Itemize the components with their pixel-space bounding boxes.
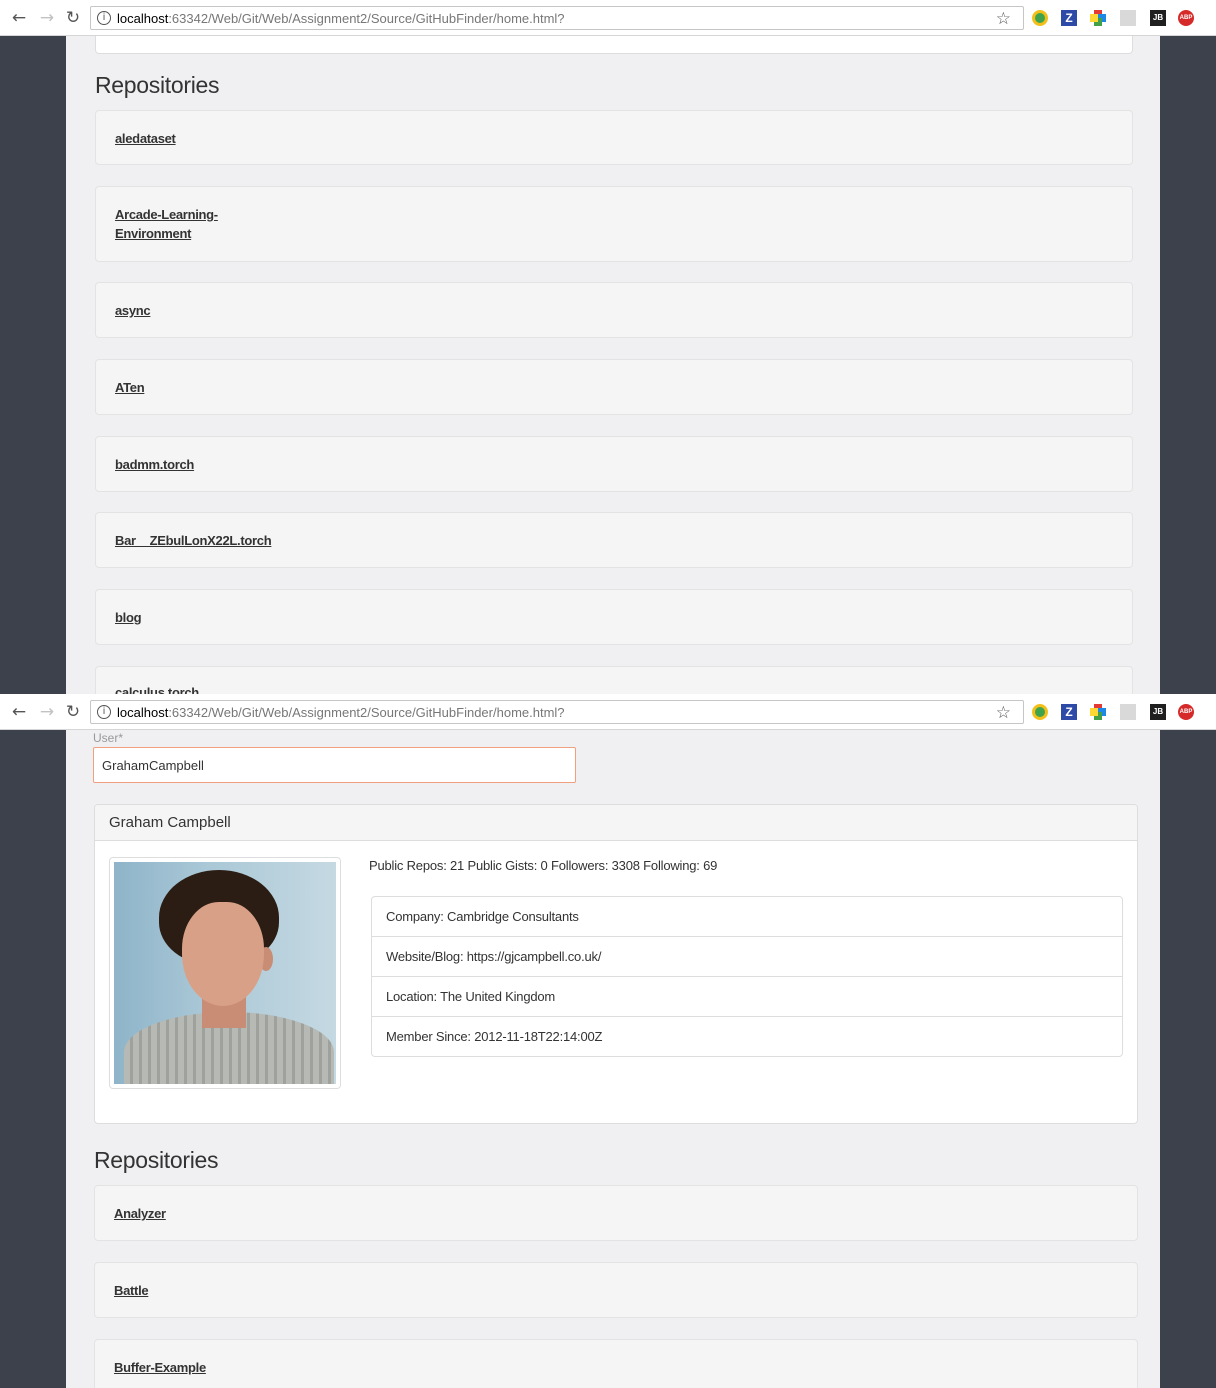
extension-pdf-icon[interactable] bbox=[1120, 704, 1136, 720]
screenshot-top: ← → ↻ i localhost:63342/Web/Git/Web/Assi… bbox=[0, 0, 1216, 694]
extension-jetbrains-icon[interactable]: JB bbox=[1150, 10, 1166, 26]
repo-link[interactable]: async bbox=[115, 301, 225, 320]
repo-card: Buffer-Example bbox=[94, 1339, 1138, 1388]
extension-green-icon[interactable] bbox=[1032, 704, 1048, 720]
repo-card: async bbox=[95, 282, 1133, 338]
screenshot-bottom: ← → ↻ i localhost:63342/Web/Git/Web/Assi… bbox=[0, 694, 1216, 1388]
reload-icon[interactable]: ↻ bbox=[64, 702, 82, 722]
repositories-heading: Repositories bbox=[94, 1147, 219, 1173]
repo-link[interactable]: badmm.torch bbox=[115, 455, 225, 474]
url-path: :63342/Web/Git/Web/Assignment2/Source/Gi… bbox=[168, 705, 565, 720]
browser-toolbar: ← → ↻ i localhost:63342/Web/Git/Web/Assi… bbox=[0, 0, 1216, 36]
extension-pdf-icon[interactable] bbox=[1120, 10, 1136, 26]
address-bar[interactable]: i localhost:63342/Web/Git/Web/Assignment… bbox=[90, 6, 1024, 30]
repo-link[interactable]: Bar__ZEbulLonX22L.torch bbox=[115, 531, 375, 550]
info-icon[interactable]: i bbox=[97, 11, 111, 25]
extension-colorpicker-icon[interactable] bbox=[1090, 704, 1106, 720]
location-item: Location: The United Kingdom bbox=[372, 976, 1122, 1016]
repo-card: aledataset bbox=[95, 110, 1133, 165]
repo-card: blog bbox=[95, 589, 1133, 645]
website-item: Website/Blog: https://gjcampbell.co.uk/ bbox=[372, 936, 1122, 976]
repo-card: Arcade-Learning-Environment bbox=[95, 186, 1133, 262]
repo-link[interactable]: calculus.torch bbox=[115, 683, 225, 694]
extension-jetbrains-icon[interactable]: JB bbox=[1150, 704, 1166, 720]
profile-details-list: Company: Cambridge Consultants Website/B… bbox=[371, 896, 1123, 1057]
avatar-frame bbox=[109, 857, 341, 1089]
repo-link[interactable]: Battle bbox=[114, 1281, 224, 1300]
extension-adblock-icon[interactable]: ABP bbox=[1178, 10, 1194, 26]
repo-card: Battle bbox=[94, 1262, 1138, 1318]
extension-z-icon[interactable]: Z bbox=[1061, 10, 1077, 26]
url-host: localhost bbox=[117, 705, 169, 720]
repo-card: ATen bbox=[95, 359, 1133, 415]
repo-card: badmm.torch bbox=[95, 436, 1133, 492]
member-since-item: Member Since: 2012-11-18T22:14:00Z bbox=[372, 1016, 1122, 1056]
info-icon[interactable]: i bbox=[97, 705, 111, 719]
profile-panel: Graham Campbell Public Repos: 21 Public … bbox=[94, 804, 1138, 1124]
repo-link[interactable]: ATen bbox=[115, 378, 225, 397]
repo-link[interactable]: Arcade-Learning-Environment bbox=[115, 205, 225, 243]
reload-icon[interactable]: ↻ bbox=[64, 8, 82, 28]
url-path: :63342/Web/Git/Web/Assignment2/Source/Gi… bbox=[168, 11, 565, 26]
url-host: localhost bbox=[117, 11, 169, 26]
forward-arrow-icon[interactable]: → bbox=[38, 8, 56, 28]
repo-link[interactable]: blog bbox=[115, 608, 225, 627]
repo-link[interactable]: aledataset bbox=[115, 129, 225, 148]
profile-panel-bottom-edge bbox=[95, 36, 1133, 54]
repo-card: calculus.torch bbox=[95, 666, 1133, 694]
page-content: Repositories aledataset Arcade-Learning-… bbox=[66, 36, 1160, 694]
page-content: User* Graham Campbell Public Repos: 21 P… bbox=[66, 730, 1160, 1388]
back-arrow-icon[interactable]: ← bbox=[10, 8, 28, 28]
extension-z-icon[interactable]: Z bbox=[1061, 704, 1077, 720]
user-search-input[interactable] bbox=[93, 747, 576, 783]
forward-arrow-icon[interactable]: → bbox=[38, 702, 56, 722]
profile-name: Graham Campbell bbox=[95, 805, 1137, 841]
user-field-label: User* bbox=[93, 731, 124, 745]
repo-link[interactable]: Analyzer bbox=[114, 1204, 224, 1223]
company-item: Company: Cambridge Consultants bbox=[386, 909, 579, 924]
repo-card: Analyzer bbox=[94, 1185, 1138, 1241]
repo-card: Bar__ZEbulLonX22L.torch bbox=[95, 512, 1133, 568]
url-text[interactable]: localhost:63342/Web/Git/Web/Assignment2/… bbox=[117, 705, 565, 721]
url-text[interactable]: localhost:63342/Web/Git/Web/Assignment2/… bbox=[117, 11, 565, 27]
repo-link[interactable]: Buffer-Example bbox=[114, 1358, 274, 1377]
bookmark-star-icon[interactable]: ☆ bbox=[996, 9, 1011, 29]
back-arrow-icon[interactable]: ← bbox=[10, 702, 28, 722]
browser-toolbar: ← → ↻ i localhost:63342/Web/Git/Web/Assi… bbox=[0, 694, 1216, 730]
profile-stats: Public Repos: 21 Public Gists: 0 Followe… bbox=[369, 858, 718, 873]
avatar bbox=[114, 862, 336, 1084]
extension-adblock-icon[interactable]: ABP bbox=[1178, 704, 1194, 720]
repositories-heading: Repositories bbox=[95, 72, 220, 98]
address-bar[interactable]: i localhost:63342/Web/Git/Web/Assignment… bbox=[90, 700, 1024, 724]
extension-green-icon[interactable] bbox=[1032, 10, 1048, 26]
extension-colorpicker-icon[interactable] bbox=[1090, 10, 1106, 26]
bookmark-star-icon[interactable]: ☆ bbox=[996, 703, 1011, 723]
